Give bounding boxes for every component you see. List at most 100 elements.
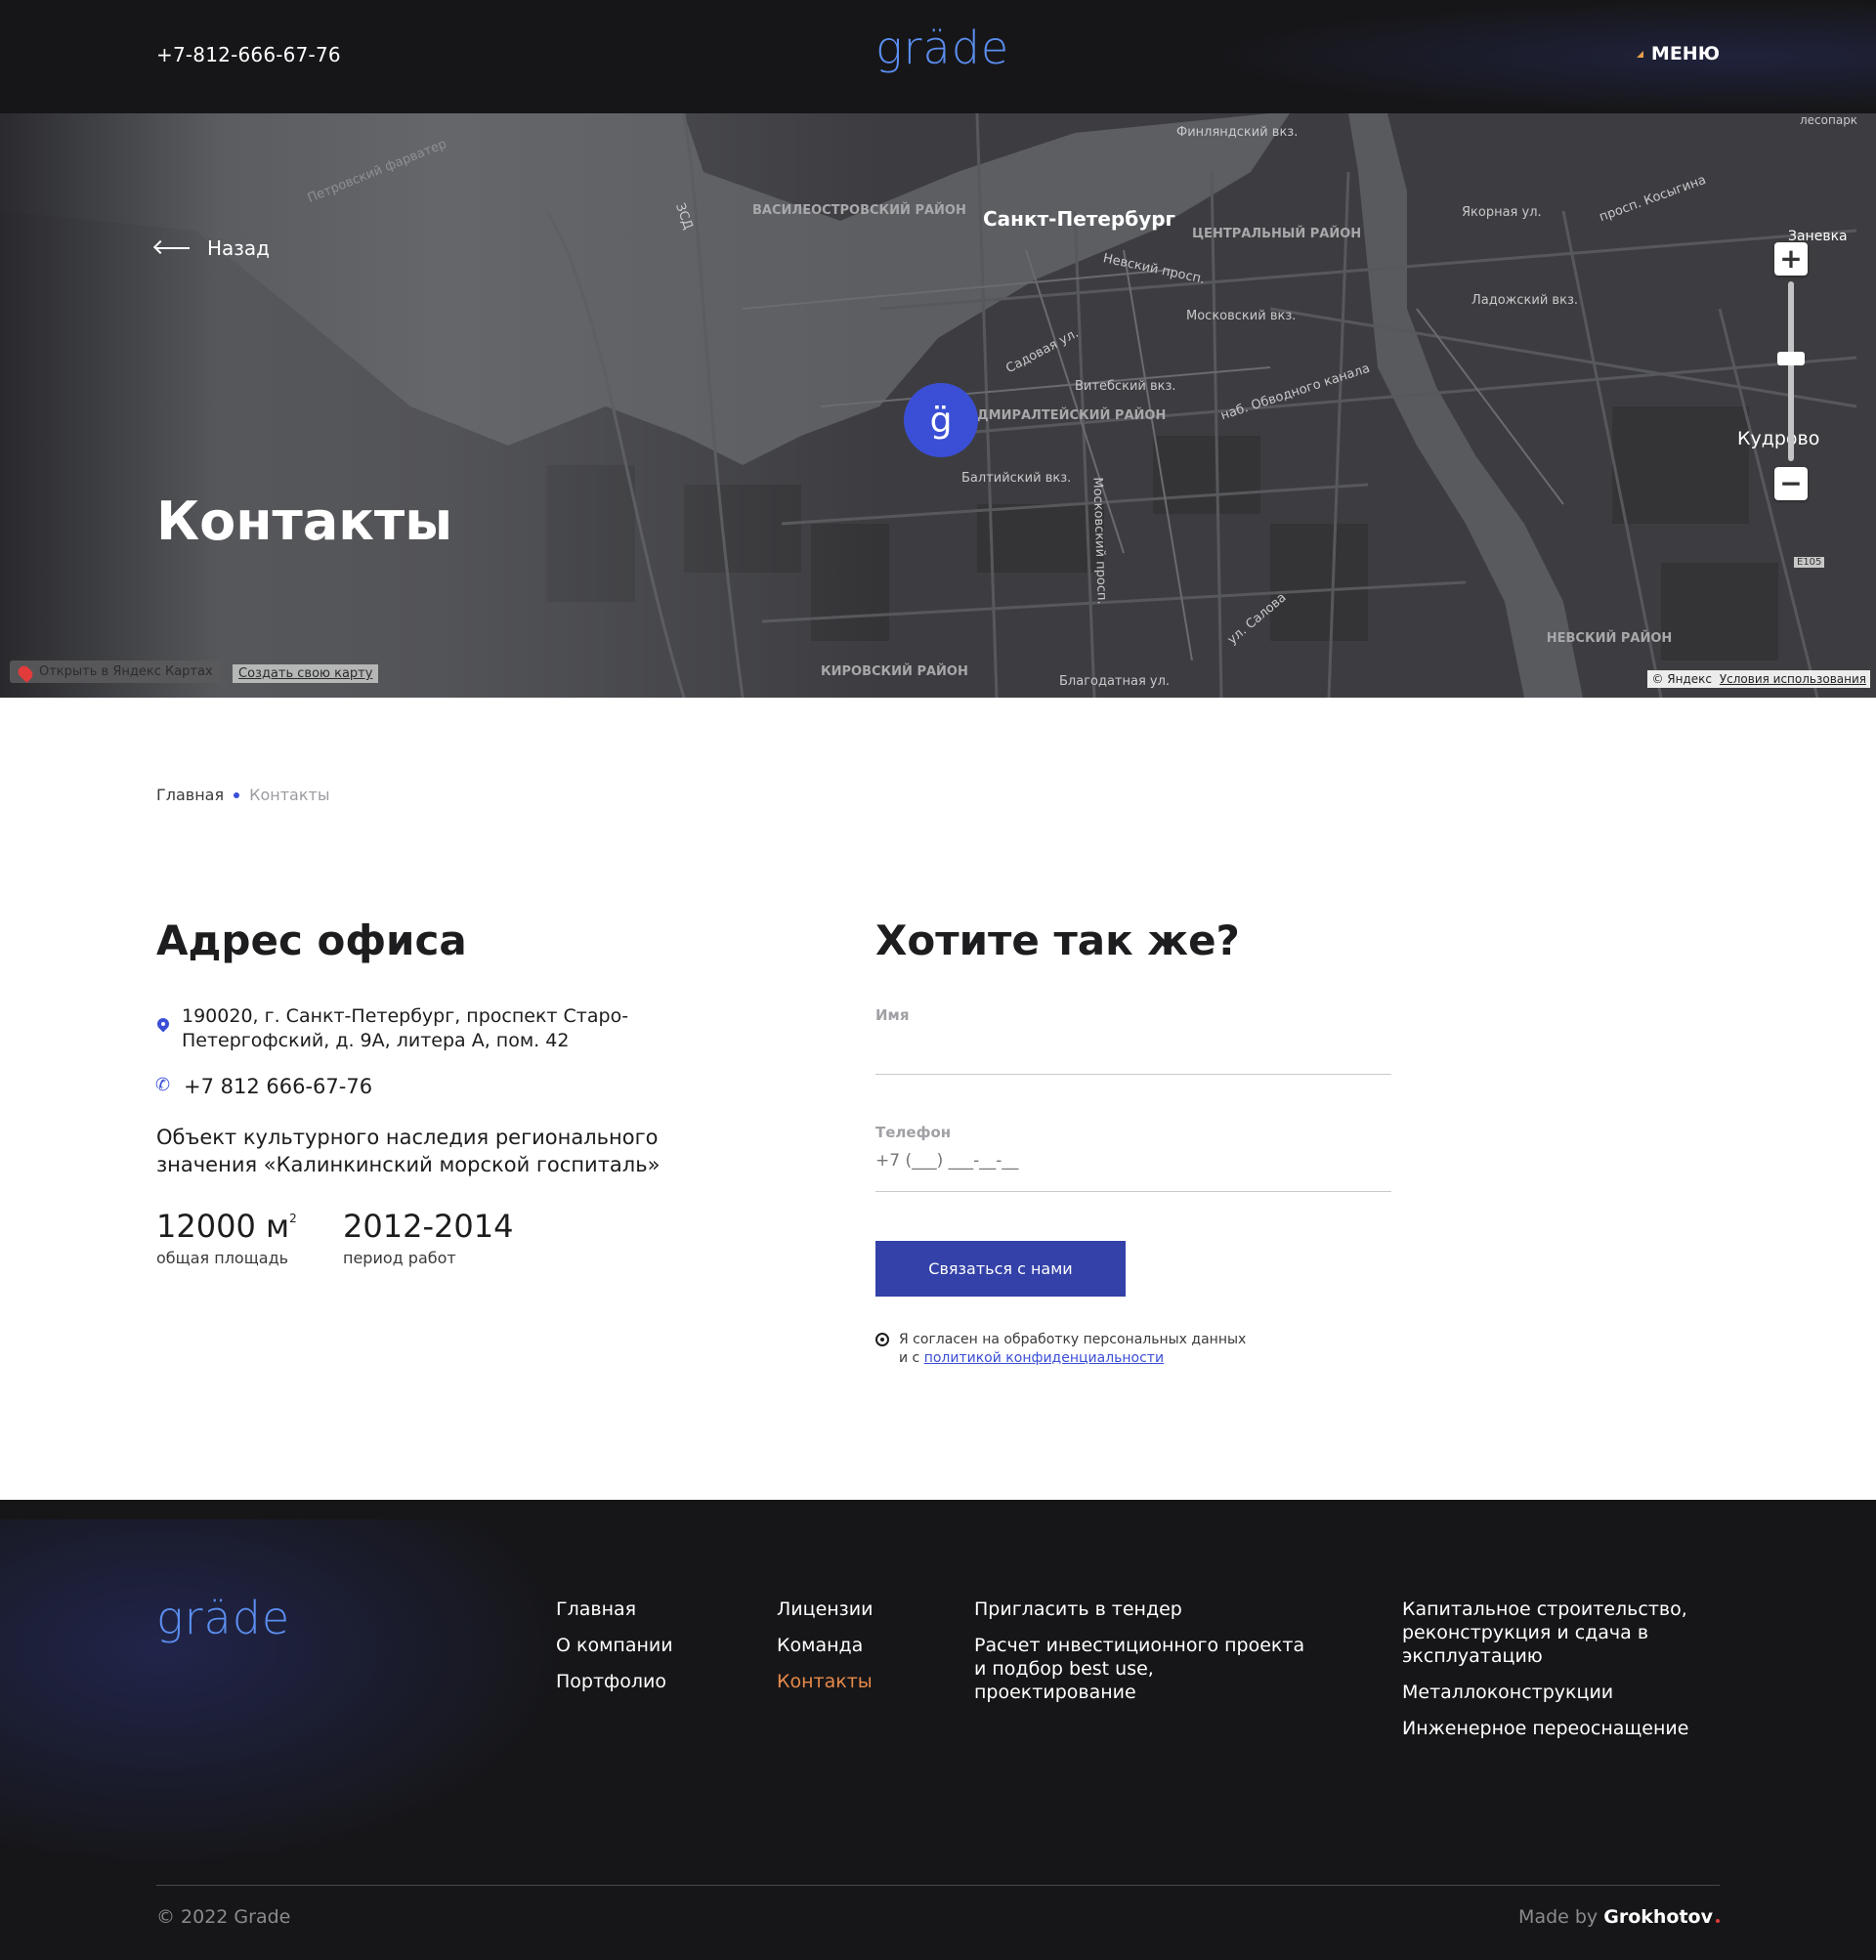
footer-link[interactable]: Портфолио (556, 1670, 673, 1693)
map-overlay-gradient (0, 113, 879, 698)
menu-corner-icon (1636, 50, 1643, 58)
footer-services-col-1: Пригласить в тендер Расчет инвестиционно… (974, 1598, 1306, 1717)
contact-form-heading: Хотите так же? (875, 916, 1240, 964)
footer-link[interactable]: Расчет инвестиционного проекта и подбор … (974, 1634, 1306, 1704)
red-dot-icon (1716, 1919, 1720, 1923)
footer-logo[interactable]: gräde (156, 1592, 290, 1644)
footer-copyright: © 2022 Grade (156, 1906, 291, 1928)
name-input[interactable] (875, 1024, 1391, 1061)
office-phone-number: +7 812 666-67-76 (184, 1075, 373, 1098)
zoom-in-button[interactable]: + (1774, 242, 1808, 276)
map-terms-link[interactable]: Условия использования (1720, 672, 1866, 686)
breadcrumb-separator (234, 791, 240, 798)
create-map-link[interactable]: Создать свою карту (233, 664, 379, 683)
header-glow (1192, 0, 1876, 113)
stat-value: 12000 м2 (156, 1208, 297, 1245)
footer-link[interactable]: Инженерное переоснащение (1402, 1717, 1720, 1740)
stat-number: 12000 м (156, 1208, 290, 1245)
footer-link[interactable]: Команда (777, 1634, 873, 1657)
stat-value: 2012-2014 (343, 1208, 514, 1245)
footer-services-col-2: Капитальное строительство, реконструкция… (1402, 1598, 1720, 1753)
made-by-name: Grokhotov (1603, 1906, 1713, 1928)
map-label-route: E105 (1794, 557, 1825, 568)
consent-policy-line: и с политикой конфиденциальности (899, 1349, 1246, 1368)
location-pin-icon (156, 1018, 170, 1036)
map-label-district: КИРОВСКИЙ РАЙОН (821, 664, 968, 679)
footer-link[interactable]: Металлоконструкции (1402, 1681, 1720, 1704)
contact-submit-button[interactable]: Связаться с нами (875, 1241, 1126, 1297)
office-address-text: 190020, г. Санкт-Петербург, проспект Ста… (182, 1004, 628, 1053)
address-line-2: Петергофский, д. 9А, литера А, пом. 42 (182, 1030, 570, 1051)
footer-link[interactable]: Капитальное строительство, реконструкция… (1402, 1598, 1720, 1668)
map-hero[interactable]: Санкт-Петербург ВАСИЛЕОСТРОВСКИЙ РАЙОН Ц… (0, 113, 1876, 698)
footer-link[interactable]: Пригласить в тендер (974, 1598, 1306, 1621)
map-attribution: © Яндекс Условия использования (1647, 670, 1870, 688)
arrow-left-icon (156, 247, 190, 249)
phone-field: Телефон (875, 1124, 1391, 1192)
made-by-prefix: Made by (1518, 1906, 1599, 1928)
zoom-slider[interactable] (1777, 281, 1805, 461)
map-copyright: © Яндекс (1651, 672, 1712, 686)
address-line-1: 190020, г. Санкт-Петербург, проспект Ста… (182, 1005, 629, 1027)
map-label-district: ВАСИЛЕОСТРОВСКИЙ РАЙОН (752, 203, 966, 218)
footer-link[interactable]: Главная (556, 1598, 673, 1621)
menu-button[interactable]: МЕНЮ (1636, 43, 1720, 64)
office-phone[interactable]: +7 812 666-67-76 (155, 1075, 373, 1098)
map-zoom-control: + − (1774, 242, 1808, 500)
office-address: 190020, г. Санкт-Петербург, проспект Ста… (156, 1004, 628, 1053)
phone-field-label: Телефон (875, 1124, 952, 1141)
site-header: +7-812-666-67-76 gräde МЕНЮ (0, 0, 1876, 113)
stat-unit-superscript: 2 (289, 1212, 297, 1225)
privacy-policy-link[interactable]: политикой конфиденциальности (924, 1350, 1164, 1366)
map-label-station: Финляндский вкз. (1176, 125, 1299, 140)
map-label-street: Благодатная ул. (1059, 674, 1171, 689)
map-label-city: Санкт-Петербург (983, 207, 1176, 231)
map-pin-icon (16, 663, 35, 683)
made-by-credit[interactable]: Made by Grokhotov (1518, 1906, 1720, 1928)
open-in-maps-label: Открыть в Яндекс Картах (39, 664, 213, 679)
heritage-description: Объект культурного наследия региональног… (156, 1126, 661, 1176)
back-link[interactable]: Назад (156, 236, 270, 260)
header-phone-link[interactable]: +7-812-666-67-76 (156, 43, 341, 66)
page-title: Контакты (156, 490, 453, 552)
footer-glow (0, 1519, 606, 1891)
map-label-station: Балтийский вкз. (961, 471, 1072, 486)
name-field-label: Имя (875, 1006, 910, 1024)
breadcrumb: Главная Контакты (156, 786, 329, 804)
map-label-district: НЕВСКИЙ РАЙОН (1546, 631, 1673, 646)
name-field: Имя (875, 1006, 1391, 1075)
consent-text: Я согласен на обработку персональных дан… (899, 1332, 1247, 1347)
map-label-station: Витебский вкз. (1075, 379, 1176, 394)
footer-link[interactable]: Лицензии (777, 1598, 873, 1621)
map-label-district: ЦЕНТРАЛЬНЫЙ РАЙОН (1192, 227, 1362, 241)
map-label-district: АДМИРАЛТЕЙСКИЙ РАЙОН (967, 408, 1167, 423)
map-label-station: Ладожский вкз. (1471, 293, 1578, 308)
footer-link[interactable]: О компании (556, 1634, 673, 1657)
footer-nav-col-2: Лицензии Команда Контакты (777, 1598, 873, 1706)
office-map-pin[interactable]: g̈ (904, 383, 978, 457)
map-label-place: лесопарк (1800, 113, 1858, 127)
consent-radio[interactable] (875, 1333, 889, 1346)
stat-period: 2012-2014 период работ (343, 1208, 513, 1267)
phone-icon (155, 1075, 172, 1095)
stat-area: 12000 м2 общая площадь (156, 1208, 297, 1267)
header-logo[interactable]: gräde (875, 21, 1009, 74)
consent-text-block: Я согласен на обработку персональных дан… (899, 1331, 1246, 1368)
zoom-slider-handle[interactable] (1777, 352, 1805, 365)
open-in-yandex-maps-button[interactable]: Открыть в Яндекс Картах (10, 660, 221, 683)
site-footer: gräde Главная О компании Портфолио Лицен… (0, 1500, 1876, 1960)
menu-label: МЕНЮ (1650, 43, 1720, 64)
office-address-heading: Адрес офиса (156, 916, 467, 964)
phone-input[interactable] (875, 1141, 1391, 1178)
map-label-station: Московский вкз. (1186, 309, 1297, 323)
footer-link-active[interactable]: Контакты (777, 1670, 873, 1693)
back-label: Назад (207, 236, 271, 260)
breadcrumb-home-link[interactable]: Главная (156, 786, 224, 804)
footer-divider (156, 1885, 1720, 1886)
footer-nav-col-1: Главная О компании Портфолио (556, 1598, 673, 1706)
stat-label: общая площадь (156, 1249, 289, 1267)
consent-block: Я согласен на обработку персональных дан… (875, 1331, 1246, 1368)
zoom-out-button[interactable]: − (1774, 467, 1808, 500)
stat-label: период работ (343, 1249, 456, 1267)
map-label-street: Якорная ул. (1462, 205, 1542, 220)
